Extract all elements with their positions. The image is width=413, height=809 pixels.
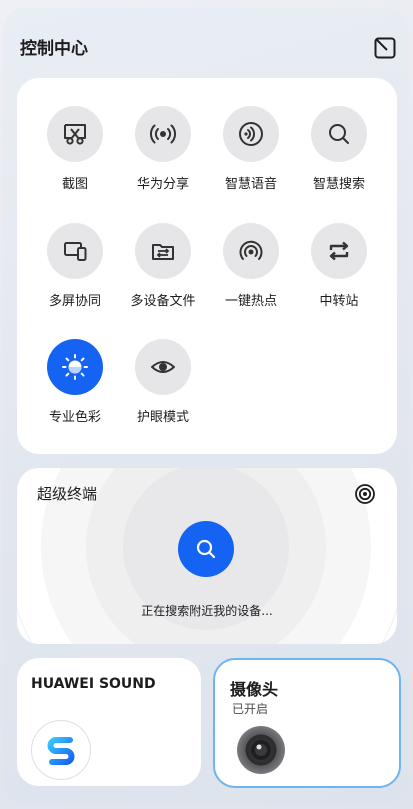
toggle-huawei-share-label: 华为分享 <box>136 177 189 192</box>
toggle-multi-screen-circle <box>47 223 103 279</box>
camera-card[interactable]: 摄像头 已开启 <box>213 658 401 788</box>
camera-title: 摄像头 <box>230 680 279 699</box>
toggle-smart-search-label: 智慧搜索 <box>312 177 365 192</box>
toggle-relay-station-circle <box>311 223 367 279</box>
toggle-smart-voice-label: 智慧语音 <box>224 177 277 192</box>
toggle-relay-station[interactable]: 中转站 <box>295 223 383 323</box>
edit-square-icon <box>374 37 396 59</box>
toggle-eye-comfort-circle <box>135 339 191 395</box>
toggle-eye-comfort[interactable]: 护眼模式 <box>119 339 207 439</box>
toggle-hotspot[interactable]: 一键热点 <box>207 223 295 323</box>
shortcut-grid-card: 截图 华为分享 智慧语音 智慧搜索 多屏协同 多设备文件 一键热点 中转站 专业… <box>17 78 397 454</box>
brightness-icon <box>62 354 88 380</box>
huawei-sound-card[interactable]: HUAWEI SOUND <box>17 658 201 786</box>
search-icon <box>196 539 216 559</box>
toggle-pro-color-circle <box>47 339 103 395</box>
toggle-screenshot[interactable]: 截图 <box>31 106 119 206</box>
toggle-relay-station-label: 中转站 <box>319 294 359 309</box>
share-broadcast-icon <box>150 124 176 144</box>
toggle-multi-device-files-label: 多设备文件 <box>130 294 196 309</box>
search-icon <box>329 124 349 144</box>
toggle-pro-color[interactable]: 专业色彩 <box>31 339 119 439</box>
toggle-multi-screen-label: 多屏协同 <box>48 294 101 309</box>
screenshot-scissors-icon <box>64 124 86 145</box>
relay-swap-icon <box>329 241 349 261</box>
toggle-screenshot-label: 截图 <box>61 177 88 192</box>
multi-screen-icon <box>64 242 87 261</box>
toggle-smart-search[interactable]: 智慧搜索 <box>295 106 383 206</box>
camera-status: 已开启 <box>232 702 269 716</box>
target-icon <box>355 484 375 504</box>
toggle-huawei-share-circle <box>135 106 191 162</box>
voice-wave-icon <box>239 122 263 146</box>
super-device-card[interactable]: 超级终端 正在搜索附近我的设备... <box>17 468 397 644</box>
super-device-title: 超级终端 <box>37 485 98 503</box>
super-device-search-button[interactable] <box>178 521 234 577</box>
toggle-screenshot-circle <box>47 106 103 162</box>
hotspot-icon <box>239 240 263 260</box>
super-device-target-button[interactable] <box>353 482 377 506</box>
eye-icon <box>151 361 175 373</box>
huawei-sound-title: HUAWEI SOUND <box>31 676 156 692</box>
toggle-multi-device-files[interactable]: 多设备文件 <box>119 223 207 323</box>
edit-button[interactable] <box>372 35 398 61</box>
toggle-pro-color-label: 专业色彩 <box>48 410 101 425</box>
toggle-hotspot-circle <box>223 223 279 279</box>
huawei-sound-logo-icon <box>31 720 91 780</box>
toggle-huawei-share[interactable]: 华为分享 <box>119 106 207 206</box>
toggle-multi-device-files-circle <box>135 223 191 279</box>
super-device-status: 正在搜索附近我的设备... <box>141 604 273 618</box>
folder-transfer-icon <box>152 244 174 260</box>
toggle-smart-voice[interactable]: 智慧语音 <box>207 106 295 206</box>
camera-lens-icon <box>237 726 285 774</box>
toggle-smart-voice-circle <box>223 106 279 162</box>
toggle-smart-search-circle <box>311 106 367 162</box>
toggle-multi-screen[interactable]: 多屏协同 <box>31 223 119 323</box>
toggle-hotspot-label: 一键热点 <box>224 294 277 309</box>
toggle-eye-comfort-label: 护眼模式 <box>136 410 189 425</box>
page-title: 控制中心 <box>20 39 88 59</box>
